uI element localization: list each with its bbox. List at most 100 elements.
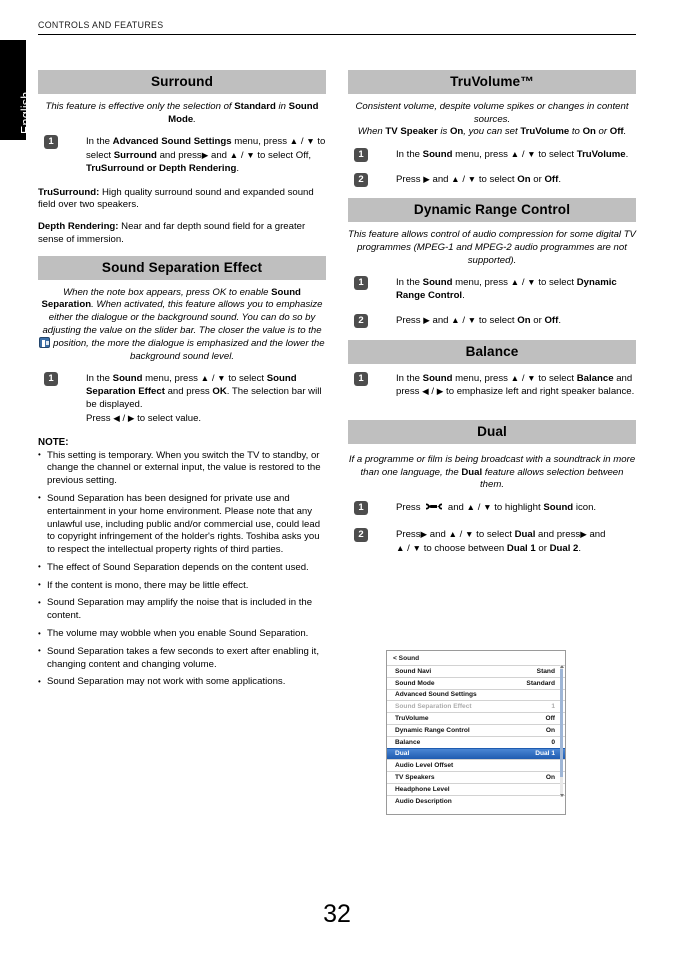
step-item: 1 In the Sound menu, press ▲ / ▼ to sele… (348, 276, 636, 303)
step-item: 2 Press ▶ and ▲ / ▼ to select On or Off. (348, 172, 636, 187)
section-title-dynamic-range-control: Dynamic Range Control (348, 198, 636, 223)
step-text: In the Sound menu, press ▲ / ▼ to select… (86, 373, 322, 424)
menu-row-label: TruVolume (395, 715, 429, 723)
section-truvolume: TruVolume™ Consistent volume, despite vo… (348, 70, 636, 187)
step-text: Press and ▲ / ▼ to highlight Sound icon. (396, 501, 597, 513)
section-title-surround: Surround (38, 70, 326, 94)
note-item: If the content is mono, there may be lit… (38, 579, 326, 593)
step-number: 2 (354, 313, 368, 328)
menu-row-label: Balance (395, 738, 421, 746)
section-sound-separation: Sound Separation Effect When the note bo… (38, 255, 326, 690)
running-head: CONTROLS AND FEATURES (38, 20, 164, 30)
step-number: 1 (44, 135, 58, 150)
step-number: 2 (354, 527, 368, 542)
step-item: 2 Press▶ and ▲ / ▼ to select Dual and pr… (348, 527, 636, 556)
note-item: The effect of Sound Separation depends o… (38, 561, 326, 575)
menu-row-label: Audio Description (395, 797, 452, 805)
dialogue-icon (39, 337, 51, 349)
section-title-sound-separation: Sound Separation Effect (38, 255, 326, 280)
menu-row-label: Dual (395, 750, 410, 758)
wrench-icon (423, 502, 446, 511)
menu-row-value: Stand (536, 667, 555, 675)
step-item: 1 In the Advanced Sound Settings menu, p… (38, 135, 326, 175)
step-item: 1 In the Sound menu, press ▲ / ▼ to sele… (348, 371, 636, 400)
step-text: Press▶ and ▲ / ▼ to select Dual and pres… (396, 528, 606, 554)
language-tab-label: English (19, 91, 33, 134)
menu-row-label: Sound Separation Effect (395, 703, 472, 711)
section-title-dual: Dual (348, 420, 636, 445)
menu-row-value: Off (545, 715, 555, 723)
menu-row-value: On (545, 726, 555, 734)
step-number: 1 (44, 372, 58, 387)
menu-row[interactable]: Advanced Sound Settings (387, 688, 565, 701)
tv-sound-menu-screenshot: < Sound Sound Navi Stand Sound Mode Standar… (386, 650, 566, 815)
surround-intro: This feature is effective only the selec… (45, 101, 319, 125)
note-item: Sound Separation may not work with some … (38, 676, 326, 689)
menu-row[interactable]: Headphone Level (387, 782, 565, 795)
step-number: 1 (354, 500, 368, 515)
menu-breadcrumb: < Sound (393, 655, 420, 662)
menu-row[interactable]: Dynamic Range Control On (387, 723, 565, 736)
truvolume-intro: Consistent volume, despite volume spikes… (355, 101, 629, 138)
step-number: 1 (354, 276, 368, 291)
section-dual: Dual If a programme or film is being bro… (348, 420, 636, 555)
dual-intro: If a programme or film is being broadcas… (348, 454, 636, 491)
menu-row-value: Dual 1 (535, 750, 555, 758)
step-text: In the Advanced Sound Settings menu, pre… (86, 136, 326, 174)
menu-row-label: Sound Navi (395, 667, 432, 675)
menu-row[interactable]: Audio Description (387, 794, 565, 807)
menu-row-value: Standard (526, 679, 555, 687)
step-number: 1 (354, 371, 368, 386)
menu-row-label: Headphone Level (395, 785, 450, 793)
right-column: TruVolume™ Consistent volume, despite vo… (348, 70, 636, 566)
menu-row-label: Audio Level Offset (395, 762, 454, 770)
menu-row[interactable]: Sound Mode Standard (387, 676, 565, 689)
menu-scrollbar-thumb[interactable] (560, 669, 563, 777)
section-balance: Balance 1 In the Sound menu, press ▲ / ▼… (348, 339, 636, 400)
page-number: 32 (323, 900, 351, 928)
menu-row[interactable]: Sound Separation Effect 1 (387, 700, 565, 713)
menu-row-value: On (545, 774, 555, 782)
step-text: Press ▶ and ▲ / ▼ to select On or Off. (396, 173, 561, 185)
step-item: 1 Press and ▲ / ▼ to highlight Sound ico… (348, 500, 636, 515)
note-item: Sound Separation has been designed for p… (38, 492, 326, 557)
surround-para-depth-rendering: Depth Rendering: Near and far depth soun… (38, 221, 306, 245)
scroll-up-arrow-icon[interactable] (559, 665, 564, 668)
note-item: This setting is temporary. When you swit… (38, 449, 326, 488)
step-number: 2 (354, 172, 368, 187)
header-rule (38, 34, 636, 35)
menu-rows: Sound Navi Stand Sound Mode Standard Advance… (387, 665, 565, 807)
step-item: 1 In the Sound menu, press ▲ / ▼ to sele… (348, 147, 636, 162)
note-title: NOTE: (38, 436, 69, 448)
step-text: In the Sound menu, press ▲ / ▼ to select… (396, 148, 629, 160)
menu-row[interactable]: Dual Dual 1 (387, 747, 565, 760)
step-text: In the Sound menu, press ▲ / ▼ to select… (396, 277, 617, 301)
note-item: The volume may wobble when you enable So… (38, 628, 326, 641)
step-item: 1 In the Sound menu, press ▲ / ▼ to sele… (38, 372, 326, 425)
note-item: Sound Separation takes a few seconds to … (38, 645, 326, 672)
step-text: In the Sound menu, press ▲ / ▼ to select… (396, 372, 635, 398)
menu-row-label: Advanced Sound Settings (395, 691, 477, 699)
section-dynamic-range-control: Dynamic Range Control This feature allow… (348, 198, 636, 328)
section-title-balance: Balance (348, 339, 636, 364)
menu-row[interactable]: Sound Navi Stand (387, 665, 565, 677)
step-number: 1 (354, 147, 368, 162)
menu-row[interactable]: Audio Level Offset (387, 759, 565, 772)
menu-row-label: Dynamic Range Control (395, 726, 470, 734)
menu-row[interactable]: Balance 0 (387, 735, 565, 748)
scroll-down-arrow-icon[interactable] (559, 794, 564, 797)
left-column: Surround This feature is effective only … (38, 70, 326, 694)
step-item: 2 Press ▶ and ▲ / ▼ to select On or Off. (348, 313, 636, 328)
surround-para-trusurround: TruSurround: High quality surround sound… (38, 186, 314, 211)
menu-row[interactable]: TruVolume Off (387, 712, 565, 724)
menu-row-label: Sound Mode (395, 679, 435, 687)
section-title-truvolume: TruVolume™ (348, 70, 636, 94)
note-item: Sound Separation may amplify the noise t… (38, 597, 326, 623)
menu-row-value: 1 (551, 703, 555, 711)
language-tab: English (0, 40, 33, 140)
step-text: Press ▶ and ▲ / ▼ to select On or Off. (396, 314, 561, 326)
menu-row[interactable]: TV Speakers On (387, 771, 565, 783)
page-header: CONTROLS AND FEATURES (38, 20, 636, 35)
dynamic-range-intro: This feature allows control of audio com… (348, 229, 636, 266)
note-list: This setting is temporary. When you swit… (38, 449, 326, 690)
